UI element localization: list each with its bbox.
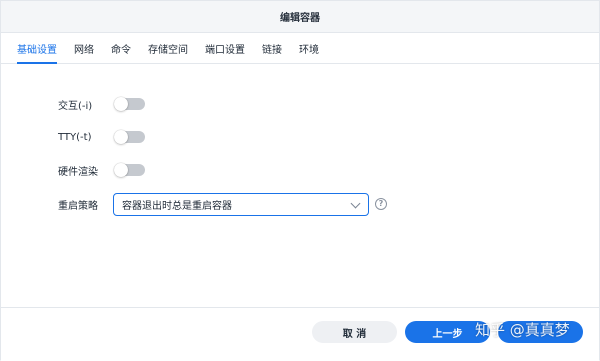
toggle-knob [114, 97, 128, 111]
edit-container-dialog: 编辑容器 基础设置 网络 命令 存储空间 端口设置 链接 环境 交互(-i) T… [0, 0, 600, 361]
tty-toggle[interactable] [114, 130, 145, 144]
next-step-button[interactable] [498, 321, 583, 343]
hw-render-label: 硬件渲染 [58, 166, 98, 178]
previous-step-button[interactable]: 上一步 [405, 321, 490, 343]
tab-storage[interactable]: 存储空间 [148, 33, 188, 63]
hw-render-row: 硬件渲染 [1, 159, 599, 181]
toggle-knob [114, 163, 128, 177]
toggle-knob [114, 130, 128, 144]
tab-basic-settings[interactable]: 基础设置 [17, 33, 57, 64]
hw-render-toggle[interactable] [114, 163, 145, 177]
tty-row: TTY(-t) [1, 126, 599, 148]
tab-links[interactable]: 链接 [262, 33, 282, 63]
tab-environment[interactable]: 环境 [299, 33, 319, 63]
tab-command[interactable]: 命令 [111, 33, 131, 63]
interactive-row: 交互(-i) [1, 93, 599, 115]
tty-label: TTY(-t) [58, 131, 92, 143]
restart-policy-label: 重启策略 [58, 200, 98, 212]
tab-port-settings[interactable]: 端口设置 [205, 33, 245, 63]
restart-policy-select[interactable]: 容器退出时总是重启容器 [113, 193, 369, 216]
chevron-down-icon [350, 198, 361, 209]
interactive-label: 交互(-i) [58, 100, 93, 112]
interactive-toggle[interactable] [114, 97, 145, 111]
cancel-button[interactable]: 取 消 [312, 321, 397, 343]
dialog-title: 编辑容器 [280, 13, 320, 24]
tab-network[interactable]: 网络 [74, 33, 94, 63]
tab-bar: 基础设置 网络 命令 存储空间 端口设置 链接 环境 [1, 33, 599, 64]
help-icon[interactable]: ? [375, 198, 387, 210]
dialog-title-bar: 编辑容器 [1, 1, 599, 33]
restart-policy-value: 容器退出时总是重启容器 [122, 201, 232, 212]
